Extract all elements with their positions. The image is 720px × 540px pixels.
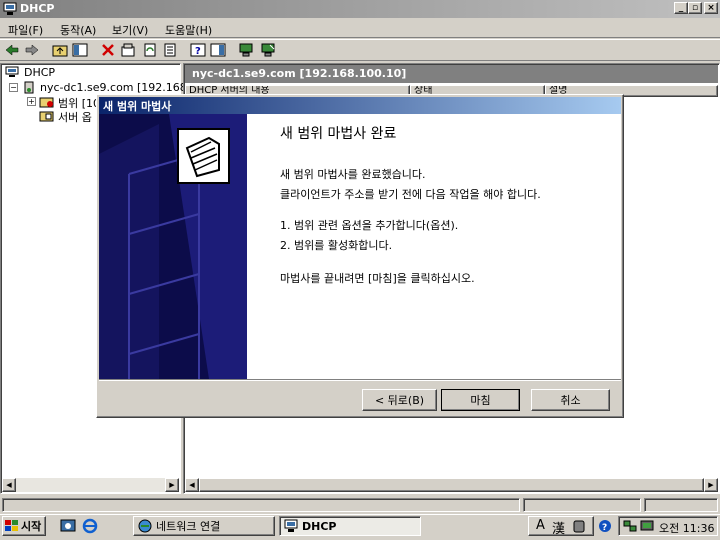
wizard-line-1: 새 범위 마법사를 완료했습니다.	[280, 168, 426, 181]
ime-tool-icon[interactable]	[572, 518, 586, 534]
task-dhcp[interactable]: DHCP	[279, 516, 421, 536]
dhcp-app-icon	[3, 2, 17, 16]
content-scroll-left-button[interactable]: ◀	[185, 478, 199, 492]
help-icon[interactable]: ?	[190, 42, 206, 58]
close-button[interactable]: ×	[704, 2, 718, 14]
wizard-line-3: 마법사를 끝내려면 [마침]을 클릭하십시오.	[280, 272, 475, 285]
tree-expand-icon[interactable]: +	[27, 97, 36, 106]
content-title: nyc-dc1.se9.com [192.168.100.10]	[192, 67, 407, 80]
wizard-title: 새 범위 마법사	[103, 100, 172, 113]
wizard-line-2: 클라이언트가 주소를 받기 전에 다음 작업을 해야 합니다.	[280, 188, 541, 201]
main-title-bar[interactable]: DHCP _ ▫ ×	[0, 0, 720, 18]
quicklaunch-ie-icon[interactable]	[82, 518, 98, 534]
task-network-connections[interactable]: 네트워크 연결	[133, 516, 275, 536]
start-label: 시작	[21, 520, 42, 533]
ime-help-icon[interactable]: ?	[598, 519, 612, 533]
action-pane-icon[interactable]	[210, 42, 226, 58]
wizard-folder-icon	[177, 128, 230, 184]
wizard-step-2: 2. 범위를 활성화합니다.	[280, 239, 393, 252]
scope-folder-icon	[39, 95, 55, 108]
tray-clock[interactable]: 오전 11:36	[659, 520, 714, 536]
ime-letter[interactable]: A	[536, 518, 545, 533]
cancel-button[interactable]: 취소	[531, 389, 610, 411]
content-scroll-thumb[interactable]	[199, 478, 704, 492]
ime-hanja[interactable]: 漢	[552, 518, 565, 537]
wizard-heading: 새 범위 마법사 완료	[280, 126, 397, 142]
svg-text:?: ?	[195, 46, 201, 57]
menu-action[interactable]: 동작(A)	[60, 22, 96, 38]
show-hide-tree-icon[interactable]	[72, 42, 88, 58]
tree-item-server-options[interactable]: 서버 옵	[58, 109, 92, 125]
properties-icon[interactable]	[120, 42, 136, 58]
server-icon[interactable]	[238, 42, 254, 58]
svg-text:?: ?	[602, 523, 607, 533]
wizard-divider	[99, 379, 621, 381]
network-icon	[138, 519, 152, 533]
delete-icon[interactable]	[100, 42, 116, 58]
status-panel-main	[2, 498, 520, 512]
wizard-title-bar[interactable]	[99, 97, 621, 114]
windows-logo-icon	[5, 520, 18, 531]
tray-monitor-icon[interactable]	[640, 519, 654, 533]
tree-item-server[interactable]: nyc-dc1.se9.com [192.168.	[40, 81, 190, 94]
tree-scroll-right-button[interactable]: ▶	[165, 478, 179, 492]
status-panel-2	[523, 498, 641, 512]
content-scroll-right-button[interactable]: ▶	[704, 478, 718, 492]
menu-help[interactable]: 도움말(H)	[165, 22, 212, 38]
dhcp-root-icon	[5, 66, 19, 78]
forward-arrow-icon[interactable]	[24, 42, 40, 58]
status-panel-3	[644, 498, 718, 512]
restore-button[interactable]: ▫	[688, 2, 702, 14]
tree-scroll-left-button[interactable]: ◀	[2, 478, 16, 492]
menu-file[interactable]: 파일(F)	[8, 22, 43, 38]
tree-item-dhcp[interactable]: DHCP	[24, 66, 55, 79]
wizard-step-1: 1. 범위 관련 옵션을 추가합니다(옵션).	[280, 219, 459, 232]
tree-collapse-icon[interactable]: −	[9, 83, 18, 92]
server-options-icon	[39, 109, 55, 122]
add-server-icon[interactable]	[260, 42, 276, 58]
quicklaunch-desktop-icon[interactable]	[60, 518, 76, 534]
task-dhcp-label: DHCP	[302, 519, 337, 533]
task-network-label: 네트워크 연결	[156, 520, 221, 533]
start-button[interactable]: 시작	[2, 516, 46, 536]
up-folder-icon[interactable]	[52, 42, 68, 58]
tray-network-icon[interactable]	[623, 519, 637, 533]
export-list-icon[interactable]	[162, 42, 178, 58]
refresh-icon[interactable]	[142, 42, 158, 58]
tree-hscrollbar[interactable]	[2, 478, 179, 492]
server-node-icon	[22, 81, 36, 94]
finish-button[interactable]: 마침	[441, 389, 520, 411]
main-title-text: DHCP	[20, 2, 55, 15]
menu-bar	[0, 18, 720, 38]
back-arrow-icon[interactable]	[4, 42, 20, 58]
dhcp-task-icon	[284, 519, 298, 532]
minimize-button[interactable]: _	[674, 2, 688, 14]
menu-view[interactable]: 보기(V)	[112, 22, 148, 38]
back-button[interactable]: < 뒤로(B)	[362, 389, 437, 411]
